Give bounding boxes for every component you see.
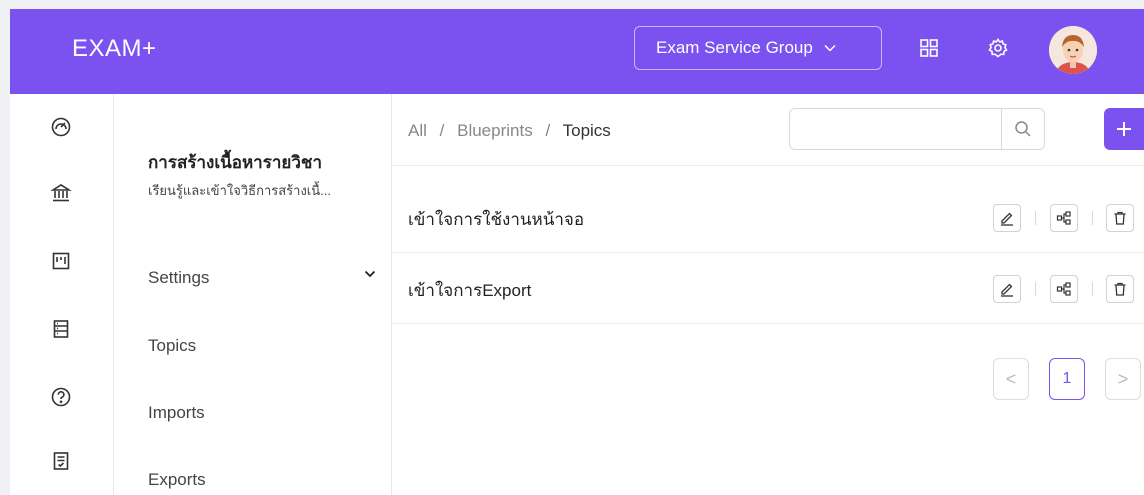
chevron-down-icon [824,44,836,52]
subnav-item-imports[interactable]: Imports [148,403,205,423]
pencil-icon [1001,212,1013,226]
breadcrumb: All / Blueprints / Topics [408,121,611,141]
action-separator [1035,211,1036,225]
search-box [789,108,1045,150]
breadcrumb-separator: / [439,121,445,140]
plus-icon [1117,122,1131,136]
subnav-item-settings[interactable]: Settings [148,268,209,288]
subnav-item-topics[interactable]: Topics [148,336,196,356]
hierarchy-icon [1056,282,1071,296]
search-input[interactable] [790,109,1001,149]
edit-button[interactable] [993,275,1021,303]
apps-grid-icon[interactable] [918,37,940,59]
divider [392,165,1144,166]
divider [392,252,1144,253]
top-header: EXAM+ Exam Service Group [10,9,1144,94]
breadcrumb-all[interactable]: All [408,121,427,140]
action-separator [1092,282,1093,296]
topic-row-name[interactable]: เข้าใจการExport [408,277,531,304]
delete-button[interactable] [1106,204,1134,232]
pagination-page-1[interactable]: 1 [1049,358,1085,400]
app-logo[interactable]: EXAM+ [72,35,157,63]
topic-row-name[interactable]: เข้าใจการใช้งานหน้าจอ [408,206,584,233]
main-content: All / Blueprints / Topics เข้าใจการใช้งา… [392,94,1144,495]
bank-icon[interactable] [50,182,72,204]
user-avatar[interactable] [1049,26,1097,74]
structure-button[interactable] [1050,275,1078,303]
hierarchy-icon [1056,211,1071,225]
trash-icon [1114,211,1126,225]
gear-icon[interactable] [987,37,1009,59]
breadcrumb-separator: / [545,121,551,140]
search-icon [1015,121,1031,137]
action-separator [1092,211,1093,225]
board-icon[interactable] [50,250,72,272]
chevron-down-icon[interactable] [364,268,376,280]
icon-rail [10,94,114,495]
action-separator [1035,282,1036,296]
help-icon[interactable] [50,386,72,408]
pencil-icon [1001,283,1013,297]
group-selector[interactable]: Exam Service Group [634,26,882,70]
trash-icon [1114,282,1126,296]
edit-button[interactable] [993,204,1021,232]
course-title: การสร้างเนื้อหารายวิชา [148,153,322,172]
document-icon[interactable] [50,450,72,472]
course-description: เรียนรู้และเข้าใจวิธีการสร้างเนื้... [148,183,331,198]
breadcrumb-blueprints[interactable]: Blueprints [457,121,533,140]
dashboard-icon[interactable] [50,116,72,138]
course-subnav: การสร้างเนื้อหารายวิชา เรียนรู้และเข้าใจ… [114,94,392,495]
divider [392,323,1144,324]
breadcrumb-topics: Topics [562,121,611,140]
group-selector-label: Exam Service Group [656,38,813,57]
pagination-next-button[interactable]: > [1105,358,1141,400]
list-icon[interactable] [50,318,72,340]
subnav-item-exports[interactable]: Exports [148,470,206,490]
add-topic-button[interactable] [1104,108,1144,150]
delete-button[interactable] [1106,275,1134,303]
search-button[interactable] [1001,109,1044,149]
pagination-prev-button[interactable]: < [993,358,1029,400]
structure-button[interactable] [1050,204,1078,232]
